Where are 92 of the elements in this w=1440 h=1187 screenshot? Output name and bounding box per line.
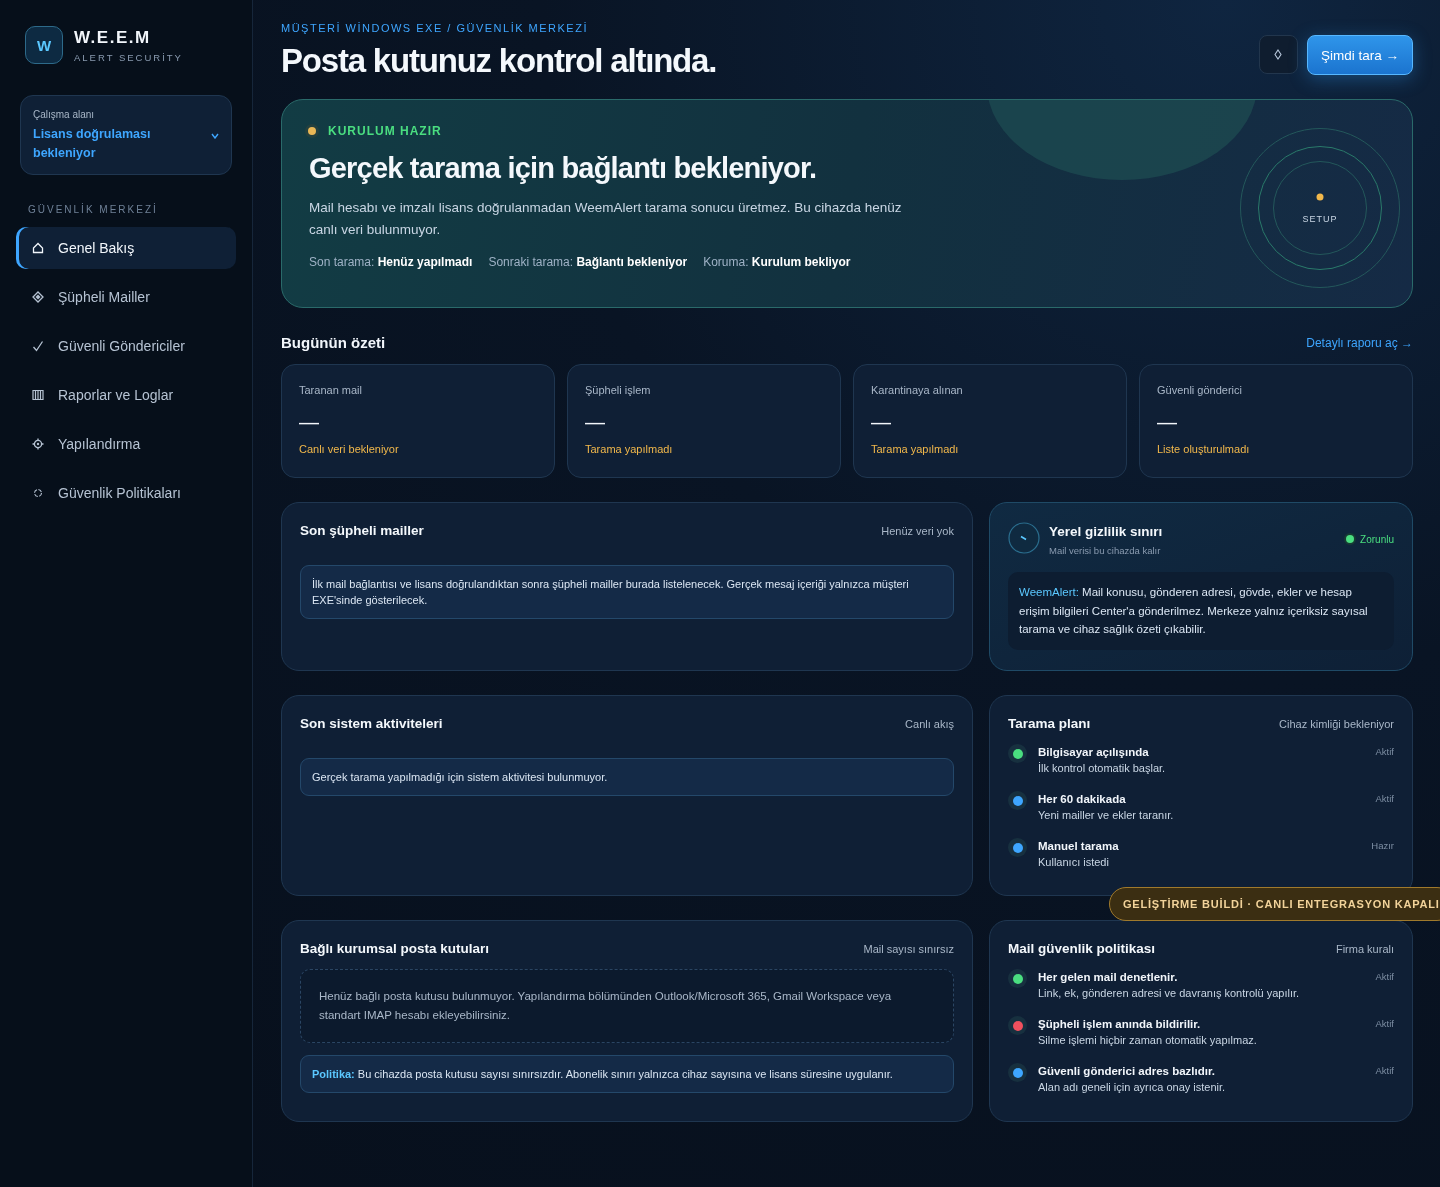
ring-icon xyxy=(1008,522,1040,554)
breadcrumb: MÜŞTERİ WİNDOWS EXE / GÜVENLİK MERKEZİ xyxy=(281,22,589,34)
item-title: Güvenli gönderici adres bazlıdır. xyxy=(1038,1065,1217,1077)
stat-value: — xyxy=(299,412,320,432)
nav-section-title: GÜVENLİK MERKEZİ xyxy=(28,204,159,215)
stat-note: Tarama yapılmadı xyxy=(871,443,960,455)
card-meta: Canlı akış xyxy=(905,717,954,730)
item-status: Aktif xyxy=(1375,793,1394,804)
workspace-dropdown[interactable]: Çalışma alanı Lisans doğrulaması bekleniyor xyxy=(20,95,232,175)
item-description: Yeni mailler ve ekler taranır. xyxy=(1038,809,1175,821)
workspace-label: Çalışma alanı xyxy=(33,109,96,120)
section-title: Bugünün özeti xyxy=(281,334,386,351)
privacy-note: WeemAlert: Mail konusu, gönderen adresi, gövde, ekler ve hesap erişim bilgileri Center'a gönderilmez. Merkeze yalnız içeriksiz sayısal tarama ve cihaz sağlık özeti çıkabilir. xyxy=(1008,572,1394,650)
nav-item[interactable]: Yapılandırma xyxy=(16,423,236,465)
nav-item[interactable]: Şüpheli Mailler xyxy=(16,276,236,318)
nav-item[interactable]: Raporlar ve Loglar xyxy=(16,374,236,416)
chevron-down-icon xyxy=(211,133,219,139)
diamond-icon xyxy=(32,291,44,303)
status-dot xyxy=(1008,838,1027,857)
nav-item[interactable]: Güvenli Göndericiler xyxy=(16,325,236,367)
item-title: Her gelen mail denetlenir. xyxy=(1038,971,1179,983)
status-dot xyxy=(1008,1063,1027,1082)
empty-state: Henüz bağlı posta kutusu bulunmuyor. Yapılandırma bölümünden Outlook/Microsoft 365, Gmail Workspace veya standart IMAP hesabı ekleyebilirsiniz. xyxy=(300,969,954,1043)
dev-build-badge: GELİŞTİRME BUİLDİ · CANLI ENTEGRASYON KAPALI xyxy=(1109,887,1440,921)
card-title: Son şüpheli mailler xyxy=(300,523,424,538)
card-title: Yerel gizlilik sınırı xyxy=(1049,524,1164,539)
item-status: Aktif xyxy=(1375,1065,1394,1076)
status-dot-icon xyxy=(1344,533,1357,545)
card-title: Son sistem aktiviteleri xyxy=(300,716,443,731)
card-subtitle: Mail verisi bu cihazda kalır xyxy=(1049,545,1162,556)
status-label: Zorunlu xyxy=(1360,533,1394,545)
stat-value: — xyxy=(585,412,606,432)
card-meta: Mail sayısı sınırsız xyxy=(863,942,954,955)
item-description: Kullanıcı istedi xyxy=(1038,856,1110,868)
info-note: İlk mail bağlantısı ve lisans doğrulandıktan sonra şüpheli mailler burada listelenecek. Gerçek mesaj içeriği yalnızca müşteri EXE'sinde gösterilecek. xyxy=(300,565,954,619)
diamond-icon xyxy=(1274,49,1283,60)
item-status: Aktif xyxy=(1375,971,1394,982)
logo: W xyxy=(25,26,63,64)
status-dot xyxy=(1008,969,1027,988)
report-link[interactable]: Detaylı raporu aç → xyxy=(1306,335,1413,350)
item-title: Bilgisayar açılışında xyxy=(1038,746,1150,758)
brand-name: W.E.E.M xyxy=(74,27,152,48)
item-title: Manuel tarama xyxy=(1038,840,1120,852)
stat-note: Liste oluşturulmadı xyxy=(1157,443,1251,455)
item-description: İlk kontrol otomatik başlar. xyxy=(1038,762,1167,774)
card-title: Mail güvenlik politikası xyxy=(1008,941,1156,956)
item-status: Aktif xyxy=(1375,1018,1394,1029)
info-note: Gerçek tarama yapılmadığı için sistem aktivitesi bulunmuyor. xyxy=(300,758,954,796)
scan-meta: Sonraki tarama: Bağlantı bekleniyor xyxy=(488,255,688,269)
status-dot xyxy=(1008,1016,1027,1035)
stat-note: Canlı veri bekleniyor xyxy=(299,443,400,455)
scan-now-button[interactable]: Şimdi tara → xyxy=(1306,35,1413,75)
status-dot-icon xyxy=(305,124,319,138)
card-meta: Cihaz kimliği bekleniyor xyxy=(1279,717,1394,730)
item-description: Silme işlemi hiçbir zaman otomatik yapılmaz. xyxy=(1038,1034,1258,1046)
theme-button[interactable] xyxy=(1258,35,1298,74)
scan-meta: Son tarama: Henüz yapılmadı xyxy=(309,255,473,269)
item-status: Aktif xyxy=(1375,746,1394,757)
stat-note: Tarama yapılmadı xyxy=(585,443,674,455)
status-label: KURULUM HAZIR xyxy=(328,124,442,138)
circle-icon xyxy=(32,487,44,499)
item-title: Şüpheli işlem anında bildirilir. xyxy=(1038,1018,1202,1030)
card-title: Bağlı kurumsal posta kutuları xyxy=(300,941,490,956)
policy-note: Politika: Bu cihazda posta kutusu sayısı sınırsızdır. Abonelik sınırı yalnızca cihaz sayısına ve lisans süresine uygulanır. xyxy=(300,1055,954,1093)
status-dot xyxy=(1008,744,1027,763)
stat-label: Karantinaya alınan xyxy=(871,384,964,396)
scan-meta: Koruma: Kurulum bekliyor xyxy=(703,255,851,269)
brand-tagline: ALERT SECURİTY xyxy=(74,51,183,63)
nav-item[interactable]: Genel Bakış xyxy=(16,227,236,269)
card-title: Tarama planı xyxy=(1008,716,1091,731)
status-dot xyxy=(1008,791,1027,810)
item-description: Link, ek, gönderen adresi ve davranış kontrolü yapılır. xyxy=(1038,987,1301,999)
nav-item[interactable]: Güvenlik Politikaları xyxy=(16,472,236,514)
item-status: Hazır xyxy=(1371,840,1394,851)
hero-description: Mail hesabı ve imzalı lisans doğrulanmadan WeemAlert tarama sonucu üretmez. Bu cihazda henüz canlı veri bulunmuyor. xyxy=(309,199,903,239)
page-title: Posta kutunuz kontrol altında. xyxy=(281,42,717,80)
stat-label: Şüpheli işlem xyxy=(585,384,652,396)
stat-value: — xyxy=(1157,412,1178,432)
columns-icon xyxy=(32,389,44,401)
card-meta: Henüz veri yok xyxy=(881,524,954,537)
item-title: Her 60 dakikada xyxy=(1038,793,1127,805)
stat-label: Taranan mail xyxy=(299,384,363,396)
status-dot-icon xyxy=(1316,192,1324,201)
card-meta: Firma kuralı xyxy=(1335,942,1394,955)
stat-label: Güvenli gönderici xyxy=(1157,384,1243,396)
item-description: Alan adı geneli için ayrıca onay istenir. xyxy=(1038,1081,1227,1093)
workspace-value: Lisans doğrulaması bekleniyor xyxy=(33,126,152,162)
ring-label: SETUP xyxy=(1302,213,1338,224)
house-icon xyxy=(32,242,44,254)
stat-value: — xyxy=(871,412,892,432)
check-icon xyxy=(32,340,44,352)
hero-title: Gerçek tarama için bağlantı bekleniyor. xyxy=(309,152,818,185)
